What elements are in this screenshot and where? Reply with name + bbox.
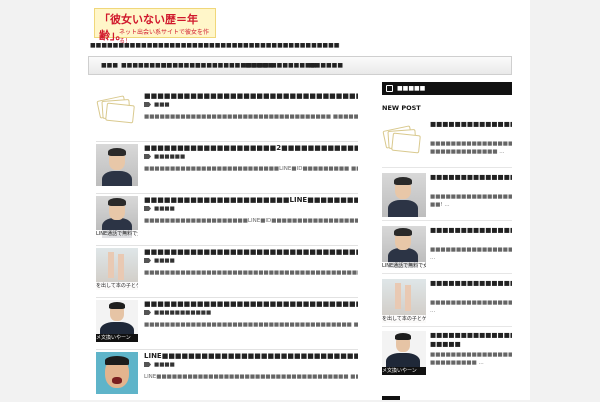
post-category[interactable]: ■■■■	[144, 362, 175, 368]
thumbnail-caption: を出して本の子とゲ	[382, 315, 426, 323]
thumbnail-caption: LINE通話で無料で女性をゲット	[382, 262, 426, 270]
sidebar-thumbnail[interactable]: LINE通話で無料で女性をゲット	[382, 226, 426, 270]
sidebar-thumbnail[interactable]: を出して本の子とゲ	[382, 279, 426, 323]
tag-icon	[144, 258, 151, 263]
post-thumbnail[interactable]	[96, 352, 138, 394]
post-excerpt: ■■■■■■■■■■■■■■■■■■■■LINE■ID■■■■■■■■■■■■■…	[144, 218, 358, 224]
post-thumbnail[interactable]: を出して本の子とゲ	[96, 248, 138, 290]
post-thumbnail[interactable]: LINE通話で無料で女性をゲット	[96, 196, 138, 238]
sidebar-post: ■■■■■■■■■■■■■ ■■■■■■■■■■■■■■■■ ■■■■■■ ■■■■…	[382, 120, 512, 168]
sidebar-post: ■■■■■■■■■■■■■■■■2■■■■■■■■■■■■■■■■■ ■■■■■…	[382, 173, 512, 221]
sidebar-thumbnail[interactable]: メ文換いやーン	[382, 331, 426, 375]
rss-icon	[386, 85, 393, 92]
thumbnail-caption: を出して本の子とゲ	[96, 282, 138, 290]
post-item: ■■■■■■■■■■■■■■■■■■■■■■■■■■■■■■■■ ■■■ ■■■■■…	[96, 92, 358, 142]
nav-item-5[interactable]: ■■■■■	[245, 62, 273, 69]
post-excerpt: ■■■■■■■■■■■■■■■■■■■■■■■■■■■■■■■■■■■■■■■■…	[144, 322, 358, 328]
main-nav: ■■■ ■■■■■■■■■ ■■■■■■■ ■■■■■■■■■■■■■ ■■■■…	[88, 56, 512, 75]
page-container: 「彼女いない歴＝年齢」。 ネット出会い系サイトで彼女を作る！ ■■■■■■■■■…	[70, 0, 530, 400]
post-item: を出して本の子とゲ ■■■■■■■■■■■■■■■■■■■■■■■■■■■■■■…	[96, 248, 358, 298]
site-tagline: ■■■■■■■■■■■■■■■■■■■■■■■■■■■■■■■■■■■■■■■■…	[90, 42, 340, 49]
sidebar-thumbnail[interactable]	[382, 173, 426, 217]
rss-widget-title: ■■■■■	[397, 85, 426, 92]
post-excerpt: LINE■■■■■■■■■■■■■■■■■■■■■■■■■■■■■■■■■■■■…	[144, 374, 358, 380]
tag-icon	[144, 102, 151, 107]
sidebar-post: LINE通話で無料で女性をゲット ■■■■■■■■■■■■■■■■■■■■LIN…	[382, 226, 512, 274]
sidebar-post-excerpt: ■■■■■■■■■■■■■■■■■■■■LINE■ID■■■■■■■■■■■■■…	[430, 247, 512, 261]
post-category[interactable]: ■■■■	[144, 206, 175, 212]
post-title[interactable]: ■■■■■■■■■■■■■■■■■■■■■■■■■■■■■■■■■■■…■■■■…	[144, 300, 358, 308]
post-excerpt: ■■■■■■■■■■■■■■■■■■■■■■■■■■■■■■■■■■■■■■■■…	[144, 270, 358, 276]
tag-icon	[144, 154, 151, 159]
sidebar-post: メ文換いやーン ■■■■■■■■■■■■■■■■■■■■■■■■■■■■…■■■…	[382, 331, 512, 379]
sidebar-thumbnail[interactable]	[382, 120, 426, 164]
post-title[interactable]: ■■■■■■■■■■■■■■■■■■■■■■LINE■■■■■■■■■■■■■■…	[144, 196, 358, 204]
post-title[interactable]: LINE■■■■■■■■■■■■■■■■■■■■■■■■■■■■■■■■■■	[144, 352, 358, 360]
tag-icon	[144, 206, 151, 211]
post-title[interactable]: ■■■■■■■■■■■■■■■■■■■■■■■■■■■■■■■■■■■■■■■■	[144, 92, 358, 100]
post-category[interactable]: ■■■■■■	[144, 154, 185, 160]
tag-icon	[144, 310, 151, 315]
post-title[interactable]: ■■■■■■■■■■■■■■■■■■■■■■■■■■■■■■■■■■■■■■■■…	[144, 248, 358, 256]
post-item: LINE通話で無料で女性をゲット ■■■■■■■■■■■■■■■■■■■■■■L…	[96, 196, 358, 246]
post-category[interactable]: ■■■■	[144, 258, 175, 264]
sidebar-post-title[interactable]: ■■■■■■■■■■■■■■■■■■■■■■■■■■■■■■■■■■■■	[430, 279, 512, 297]
sidebar-post-excerpt: ■■■■■■■■■■■■■■■■■■■■■■■■■■■■■■■■ ■■■■■■■…	[430, 352, 512, 366]
thumbnail-caption: メ文換いやーン	[96, 334, 138, 342]
sidebar-post-title[interactable]: ■■■■■■■■■■■■■■■■■■■■LINE■■■■■■■■■■■■■■■■…	[430, 226, 512, 244]
nav-item-7[interactable]: ■■■■■■	[309, 62, 343, 69]
sidebar-post-excerpt: ■■■■■■■■■■■■■■■■■■■■■■■■■■■■■ ■■■■■■■■■■…	[430, 141, 512, 155]
sidebar-post-title[interactable]: ■■■■■■■■■■■■■■■■■■■■■■■■■■■■…■■■■■	[430, 331, 512, 349]
new-post-heading: NEW POST	[382, 104, 421, 112]
post-item: LINE■■■■■■■■■■■■■■■■■■■■■■■■■■■■■■■■■■ ■…	[96, 352, 358, 402]
nav-item-home[interactable]: ■■■	[101, 62, 118, 69]
sidebar-post-excerpt: ■■■■■■■■■■■■■■■■■■■■■■■■■■■■■■■■■■■■■■■■…	[430, 300, 512, 314]
sidebar-post-title[interactable]: ■■■■■■■■■■■■■■■■■■■■■■■■■■■■■■■■■■■	[430, 120, 512, 138]
post-thumbnail[interactable]: メ文換いやーン	[96, 300, 138, 342]
sidebar-post: を出して本の子とゲ ■■■■■■■■■■■■■■■■■■■■■■■■■■■■■■…	[382, 279, 512, 327]
rss-widget-header[interactable]: ■■■■■	[382, 82, 512, 95]
thumbnail-caption: LINE通話で無料で女性をゲット	[96, 230, 138, 238]
sidebar-widget-header-partial	[382, 396, 400, 400]
post-excerpt: ■■■■■■■■■■■■■■■■■■■■■■■■■■LINE■ID■■■■■■■…	[144, 166, 358, 172]
post-category[interactable]: ■■■■■■■■■■■	[144, 310, 211, 316]
post-item: メ文換いやーン ■■■■■■■■■■■■■■■■■■■■■■■■■■■■■■■■…	[96, 300, 358, 350]
sidebar-post-excerpt: ■■■■■■■■■■■■■■■■■■■■■■■■■■LINE■ID■■■■■■■…	[430, 194, 512, 208]
tag-icon	[144, 362, 151, 367]
post-item: ■■■■■■■■■■■■■■■■■■■■2■■■■■■■■■■■■ ■■■■■■ ■…	[96, 144, 358, 194]
post-title[interactable]: ■■■■■■■■■■■■■■■■■■■■2■■■■■■■■■■■■■■■■■■■	[144, 144, 358, 152]
site-logo[interactable]: 「彼女いない歴＝年齢」。 ネット出会い系サイトで彼女を作る！	[94, 8, 216, 45]
sidebar-post-title[interactable]: ■■■■■■■■■■■■■■■■2■■■■■■■■■■■■■■■■■	[430, 173, 512, 191]
thumbnail-caption: メ文換いやーン	[382, 367, 426, 375]
post-thumbnail[interactable]	[96, 92, 138, 134]
post-thumbnail[interactable]	[96, 144, 138, 186]
post-category[interactable]: ■■■	[144, 102, 170, 108]
post-excerpt: ■■■■■■■■■■■■■■■■■■■■■■■■■■■■■■■■■■■■ ■■■…	[144, 114, 358, 120]
